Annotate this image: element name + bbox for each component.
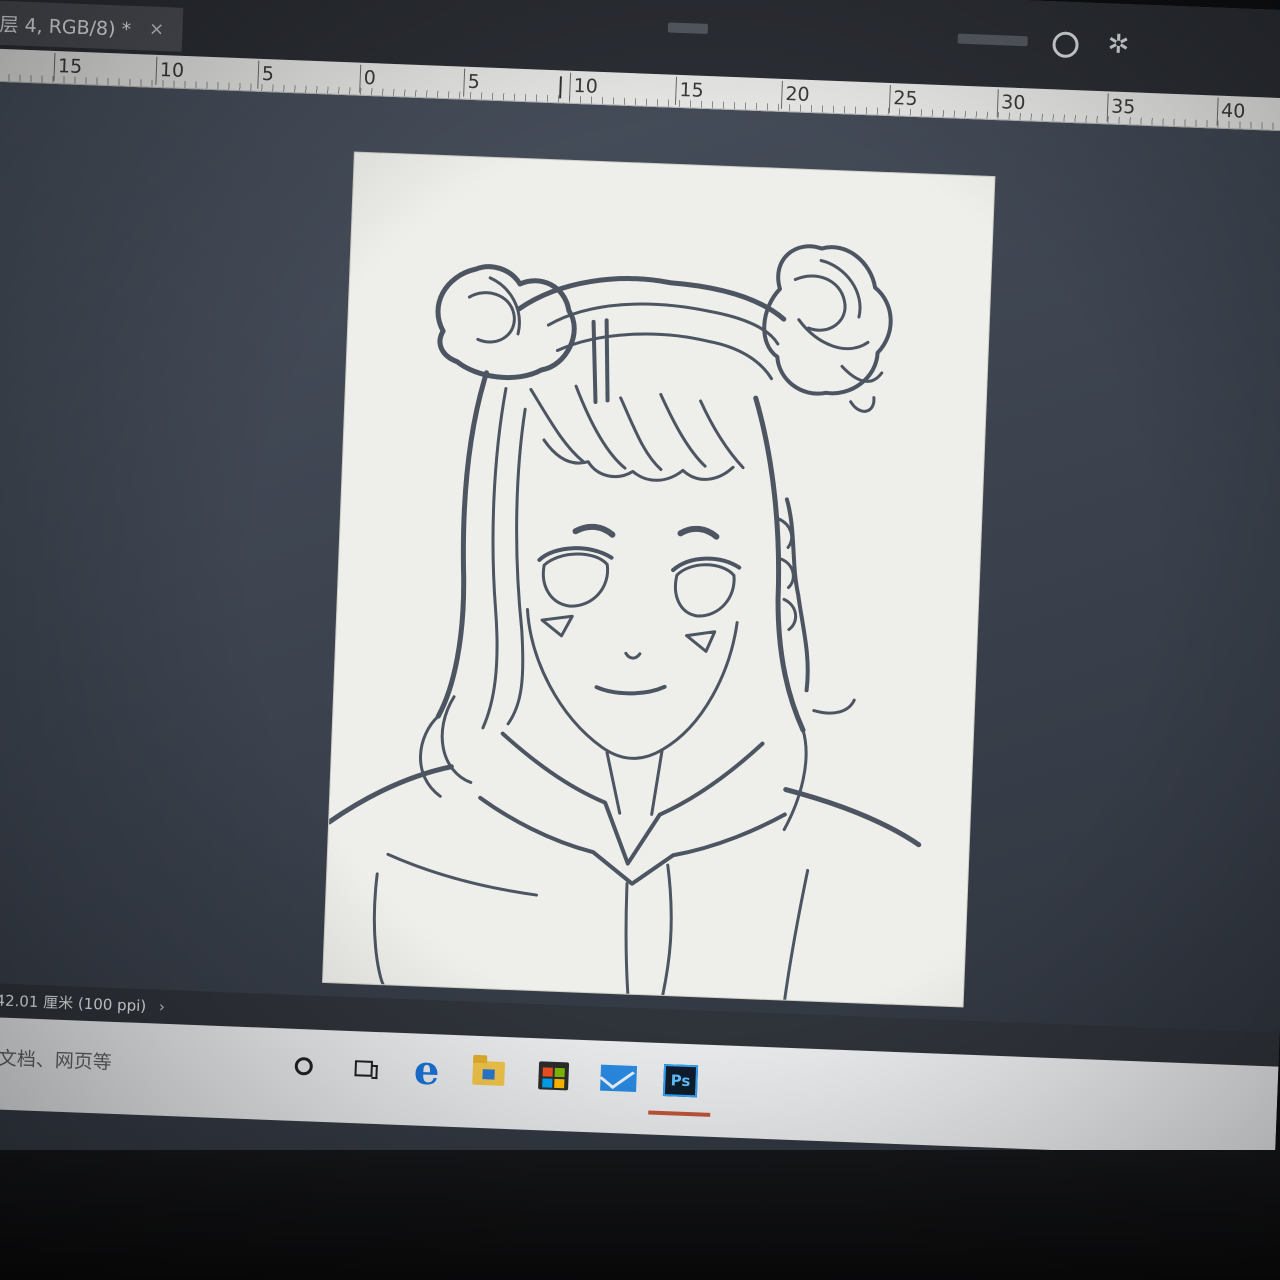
cursor-position-marker: [559, 76, 562, 99]
cortana-button[interactable]: [282, 1044, 326, 1088]
document-canvas[interactable]: [323, 152, 995, 1007]
options-bar-control[interactable]: [667, 22, 709, 34]
task-view-icon: [354, 1060, 374, 1077]
ruler-tick: 10: [569, 72, 599, 102]
ruler-tick: 5: [463, 68, 481, 98]
ruler-tick: 20: [780, 80, 811, 110]
photoshop-icon: Ps: [662, 1064, 699, 1098]
ruler-tick: 30: [996, 89, 1026, 119]
task-view-button[interactable]: [342, 1047, 386, 1091]
document-tab[interactable]: 层 4, RGB/8) * ×: [0, 0, 184, 52]
cortana-icon: [294, 1056, 314, 1076]
microsoft-store-button[interactable]: [532, 1054, 576, 1098]
ruler-tick: 0: [359, 64, 377, 94]
file-explorer-button[interactable]: [467, 1052, 511, 1096]
document-size-readout: 米 x 42.01 厘米 (100 ppi): [0, 990, 147, 1016]
edge-button[interactable]: e: [405, 1046, 449, 1095]
file-explorer-icon: [472, 1060, 506, 1086]
ruler-tick: 15: [674, 76, 705, 106]
mail-icon: [600, 1064, 638, 1093]
chevron-right-icon[interactable]: ›: [159, 998, 166, 1016]
ruler-tick: 15: [53, 52, 83, 82]
taskbar-search-placeholder: 用、文档、网页等: [0, 1046, 113, 1074]
line-art-drawing: [326, 244, 922, 1002]
close-tab-icon[interactable]: ×: [149, 18, 165, 40]
document-tab-title: 层 4, RGB/8) *: [0, 13, 132, 41]
microsoft-store-icon: [538, 1061, 570, 1091]
options-bar-field[interactable]: [957, 33, 1028, 47]
ruler-tick: 5: [257, 60, 275, 90]
ruler-tick: 25: [888, 85, 919, 115]
photoshop-button[interactable]: Ps: [659, 1059, 703, 1103]
monitor-bezel: [0, 1150, 1280, 1280]
edge-icon: e: [413, 1046, 441, 1095]
ruler-tick: 40: [1216, 97, 1246, 127]
taskbar-search-box[interactable]: 用、文档、网页等: [0, 1025, 301, 1101]
pressure-icon[interactable]: [1052, 31, 1080, 59]
monitor-screen: 层 4, RGB/8) * × ✲ 15 10 5 0 5 10 15 20 2…: [0, 0, 1280, 1221]
ruler-tick: 35: [1106, 93, 1136, 123]
active-app-indicator: [648, 1110, 711, 1117]
gear-icon[interactable]: ✲: [1107, 29, 1130, 60]
ruler-tick: 10: [155, 56, 185, 86]
mail-button[interactable]: [597, 1057, 641, 1101]
